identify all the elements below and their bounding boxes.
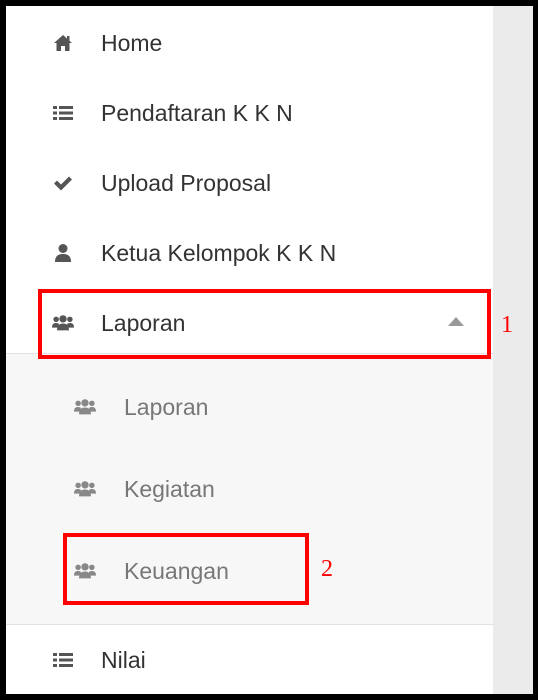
sidebar-item-home[interactable]: Home <box>6 8 493 78</box>
annotation-box-keuangan <box>63 533 309 605</box>
sidebar-item-pendaftaran[interactable]: Pendaftaran K K N <box>6 78 493 148</box>
sidebar-item-label: Nilai <box>101 646 146 673</box>
sidebar-item-nilai[interactable]: Nilai <box>6 625 493 694</box>
home-icon <box>52 32 74 54</box>
sidebar-bottom-menu: Nilai <box>6 624 493 694</box>
users-icon <box>74 396 96 418</box>
submenu-item-kegiatan[interactable]: Kegiatan <box>6 448 493 530</box>
content-area <box>493 6 533 694</box>
check-icon <box>52 172 74 194</box>
submenu-item-label: Kegiatan <box>124 475 215 502</box>
screenshot-frame: Home Pendaftaran K K N Upload Proposal K… <box>6 6 533 694</box>
list-icon <box>52 102 74 124</box>
annotation-number-2: 2 <box>321 556 333 582</box>
sidebar-item-label: Upload Proposal <box>101 169 272 196</box>
user-icon <box>52 242 74 264</box>
annotation-number-1: 1 <box>501 312 513 338</box>
list-icon <box>52 649 74 671</box>
users-icon <box>74 478 96 500</box>
sidebar-item-upload-proposal[interactable]: Upload Proposal <box>6 148 493 218</box>
sidebar-item-label: Pendaftaran K K N <box>101 99 293 126</box>
sidebar-item-label: Home <box>101 29 163 56</box>
sidebar-item-label: Ketua Kelompok K K N <box>101 239 337 266</box>
submenu-item-laporan[interactable]: Laporan <box>6 366 493 448</box>
sidebar-item-ketua-kelompok[interactable]: Ketua Kelompok K K N <box>6 218 493 288</box>
annotation-box-laporan <box>38 289 491 359</box>
submenu-item-label: Laporan <box>124 393 209 420</box>
